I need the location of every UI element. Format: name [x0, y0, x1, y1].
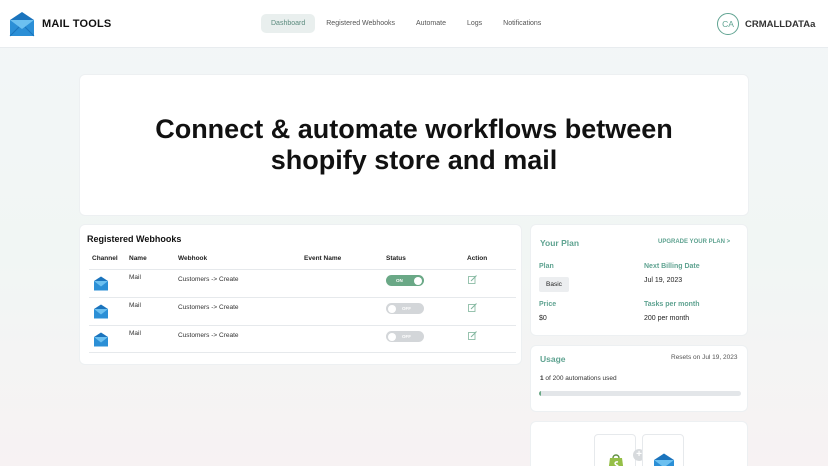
divider — [89, 269, 516, 270]
tasks-value: 200 per month — [644, 315, 690, 322]
col-webhook: Webhook — [178, 255, 208, 262]
toggle-label: OFF — [402, 333, 411, 339]
mail-envelope-icon — [9, 12, 35, 37]
edit-icon[interactable] — [468, 275, 477, 284]
toggle-knob — [388, 304, 396, 313]
toggle-knob — [388, 332, 396, 341]
row-name: Mail — [129, 330, 141, 337]
col-event-name: Event Name — [304, 255, 342, 262]
status-toggle[interactable]: ON — [386, 275, 424, 286]
mail-tile — [642, 434, 684, 466]
nav-logs[interactable]: Logs — [457, 14, 492, 33]
plan-title: Your Plan — [540, 238, 580, 248]
status-toggle[interactable]: OFF — [386, 303, 424, 314]
plan-label: Plan — [539, 263, 554, 270]
toggle-knob — [414, 276, 422, 285]
edit-icon[interactable] — [468, 331, 477, 340]
shopify-tile — [594, 434, 636, 466]
mail-envelope-icon — [94, 332, 108, 347]
webhooks-title: Registered Webhooks — [87, 234, 182, 244]
divider — [89, 352, 516, 353]
nav-dashboard[interactable]: Dashboard — [261, 14, 316, 33]
row-name: Mail — [129, 274, 141, 281]
brand[interactable]: MAIL TOOLS — [8, 11, 111, 37]
price-value: $0 — [539, 315, 547, 322]
user-menu[interactable]: CA CRMALLDATAa — [717, 13, 815, 35]
row-name: Mail — [129, 302, 141, 309]
toggle-label: OFF — [402, 305, 411, 311]
shopify-bag-icon — [608, 454, 624, 466]
row-webhook: Customers -> Create — [178, 332, 239, 339]
row-webhook: Customers -> Create — [178, 276, 239, 283]
table-row: Mail Customers -> Create ON — [80, 272, 521, 299]
brand-name: MAIL TOOLS — [42, 18, 112, 30]
table-header: Channel Name Webhook Event Name Status A… — [80, 255, 521, 267]
divider — [89, 297, 516, 298]
usage-card: Usage Resets on Jul 19, 2023 1 of 200 au… — [530, 345, 748, 412]
integration-card: + — [530, 421, 748, 466]
plan-badge: Basic — [539, 277, 569, 292]
price-label: Price — [539, 301, 557, 308]
plan-card: Your Plan UPGRADE YOUR PLAN > Plan Basic… — [530, 224, 748, 336]
col-name: Name — [129, 255, 147, 262]
usage-title: Usage — [540, 354, 566, 364]
tasks-label: Tasks per month — [644, 301, 700, 308]
nav-notifications[interactable]: Notifications — [493, 14, 551, 33]
hero-heading: Connect & automate workflows between sho… — [155, 114, 673, 175]
col-status: Status — [386, 255, 406, 262]
nav-registered-webhooks[interactable]: Registered Webhooks — [316, 14, 405, 33]
avatar[interactable]: CA — [717, 13, 739, 35]
usage-progress-bar — [539, 391, 741, 396]
billing-label: Next Billing Date — [644, 263, 700, 270]
main-nav: Dashboard Registered Webhooks Automate L… — [261, 14, 552, 33]
table-row: Mail Customers -> Create OFF — [80, 328, 521, 355]
upgrade-plan-link[interactable]: UPGRADE YOUR PLAN > — [658, 239, 730, 245]
edit-icon[interactable] — [468, 303, 477, 312]
divider — [89, 325, 516, 326]
nav-automate[interactable]: Automate — [406, 14, 456, 33]
mail-envelope-icon — [654, 453, 674, 466]
billing-value: Jul 19, 2023 — [644, 277, 683, 284]
mail-envelope-icon — [94, 304, 108, 319]
row-webhook: Customers -> Create — [178, 304, 239, 311]
top-bar: MAIL TOOLS Dashboard Registered Webhooks… — [0, 0, 828, 48]
usage-text: 1 of 200 automations used — [540, 375, 617, 382]
col-channel: Channel — [92, 255, 118, 262]
col-action: Action — [467, 255, 488, 262]
status-toggle[interactable]: OFF — [386, 331, 424, 342]
hero-card: Connect & automate workflows between sho… — [79, 74, 749, 216]
mail-envelope-icon — [94, 276, 108, 291]
toggle-label: ON — [396, 277, 403, 283]
webhooks-card: Registered Webhooks Channel Name Webhook… — [79, 224, 522, 365]
usage-rest: of 200 automations used — [543, 375, 617, 382]
usage-progress-fill — [539, 391, 542, 396]
table-row: Mail Customers -> Create OFF — [80, 300, 521, 327]
user-name[interactable]: CRMALLDATAa — [745, 19, 815, 30]
usage-resets: Resets on Jul 19, 2023 — [671, 354, 738, 361]
